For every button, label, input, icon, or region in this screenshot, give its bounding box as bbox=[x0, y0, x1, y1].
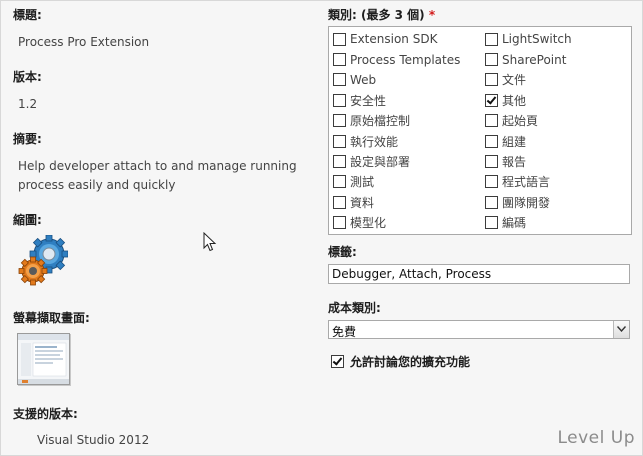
category-label: 程式語言 bbox=[502, 175, 551, 190]
category-checkbox[interactable] bbox=[485, 216, 498, 230]
categories-label: 類別: (最多 3 個) * bbox=[328, 8, 436, 22]
category-item[interactable]: 團隊開發 bbox=[485, 192, 572, 212]
category-item[interactable]: Web bbox=[333, 70, 460, 90]
categories-left-column: Extension SDK Process Templates Web 安全性 … bbox=[333, 29, 460, 233]
screenshot-thumbnail bbox=[17, 333, 70, 385]
title-label: 標題: bbox=[13, 8, 42, 22]
summary-value: Help developer attach to and manage runn… bbox=[18, 159, 297, 192]
category-checkbox[interactable] bbox=[333, 53, 346, 67]
category-label: 其他 bbox=[502, 93, 527, 108]
category-label: 組建 bbox=[502, 134, 527, 149]
summary-label: 摘要: bbox=[13, 132, 42, 146]
category-checkbox[interactable] bbox=[333, 216, 346, 230]
category-item[interactable]: 設定與部署 bbox=[333, 151, 460, 171]
category-label: 起始頁 bbox=[502, 114, 539, 129]
category-label: 設定與部署 bbox=[350, 155, 411, 170]
category-label: 團隊開發 bbox=[502, 195, 551, 210]
category-label: Web bbox=[350, 72, 377, 87]
category-item[interactable]: 報告 bbox=[485, 151, 572, 171]
category-item[interactable]: 測試 bbox=[333, 172, 460, 192]
category-label: 文件 bbox=[502, 73, 527, 88]
category-checkbox[interactable] bbox=[485, 155, 498, 169]
category-label: Extension SDK bbox=[350, 32, 438, 47]
title-value: Process Pro Extension bbox=[18, 35, 150, 49]
category-item[interactable]: LightSwitch bbox=[485, 29, 572, 49]
watermark-text: Level Up bbox=[557, 428, 635, 448]
category-checkbox[interactable] bbox=[485, 73, 498, 87]
category-label: 原始檔控制 bbox=[350, 114, 411, 129]
category-label: Process Templates bbox=[350, 52, 461, 67]
category-label: 報告 bbox=[502, 155, 527, 170]
version-label: 版本: bbox=[13, 70, 42, 84]
allow-discussion-checkbox[interactable] bbox=[331, 355, 344, 368]
category-label: 模型化 bbox=[350, 216, 387, 231]
cost-category-select[interactable]: 免費 bbox=[328, 320, 630, 339]
allow-discussion-label: 允許討論您的擴充功能 bbox=[350, 355, 471, 369]
category-item[interactable]: Extension SDK bbox=[333, 29, 460, 49]
category-label: 資料 bbox=[350, 195, 375, 210]
mouse-cursor-icon bbox=[203, 232, 217, 252]
category-checkbox[interactable] bbox=[333, 32, 346, 46]
allow-discussion-option[interactable]: 允許討論您的擴充功能 bbox=[331, 353, 470, 370]
supported-versions-label: 支援的版本: bbox=[13, 407, 78, 421]
gears-icon bbox=[18, 235, 68, 286]
category-item[interactable]: 模型化 bbox=[333, 213, 460, 233]
cost-category-label: 成本類別: bbox=[328, 301, 381, 315]
categories-checklist[interactable]: Extension SDK Process Templates Web 安全性 … bbox=[328, 26, 632, 235]
category-item[interactable]: 資料 bbox=[333, 192, 460, 212]
screenshot-label: 螢幕擷取畫面: bbox=[13, 311, 90, 325]
category-checkbox[interactable] bbox=[333, 114, 346, 128]
category-item[interactable]: 文件 bbox=[485, 70, 572, 90]
category-checkbox[interactable] bbox=[485, 134, 498, 148]
thumbnail-label: 縮圖: bbox=[13, 213, 42, 227]
category-item[interactable]: SharePoint bbox=[485, 49, 572, 69]
category-checkbox[interactable] bbox=[333, 134, 346, 148]
category-item[interactable]: 編碼 bbox=[485, 213, 572, 233]
category-checkbox[interactable] bbox=[333, 73, 346, 87]
category-checkbox[interactable] bbox=[333, 155, 346, 169]
category-label: 編碼 bbox=[502, 216, 527, 231]
tags-input[interactable]: Debugger, Attach, Process bbox=[328, 264, 630, 284]
category-label: 執行效能 bbox=[350, 134, 399, 149]
category-item[interactable]: 組建 bbox=[485, 131, 572, 151]
category-label: LightSwitch bbox=[502, 32, 572, 47]
category-item[interactable]: 原始檔控制 bbox=[333, 111, 460, 131]
category-checkbox[interactable] bbox=[333, 195, 346, 209]
category-checkbox[interactable] bbox=[485, 93, 498, 107]
tags-label: 標籤: bbox=[328, 245, 357, 259]
categories-right-column: LightSwitch SharePoint 文件 其他 起始頁 組建 報告 程… bbox=[485, 29, 572, 233]
chevron-down-icon[interactable] bbox=[613, 321, 629, 338]
supported-version-value: Visual Studio 2012 bbox=[37, 433, 150, 447]
cost-category-value: 免費 bbox=[332, 325, 357, 339]
required-mark: * bbox=[428, 8, 436, 22]
category-item[interactable]: 安全性 bbox=[333, 90, 460, 110]
category-item[interactable]: 起始頁 bbox=[485, 111, 572, 131]
category-checkbox[interactable] bbox=[485, 195, 498, 209]
category-item[interactable]: 程式語言 bbox=[485, 172, 572, 192]
category-item[interactable]: 其他 bbox=[485, 90, 572, 110]
category-checkbox[interactable] bbox=[485, 175, 498, 189]
category-label: 測試 bbox=[350, 175, 375, 190]
category-checkbox[interactable] bbox=[485, 114, 498, 128]
category-item[interactable]: 執行效能 bbox=[333, 131, 460, 151]
category-checkbox[interactable] bbox=[333, 93, 346, 107]
category-label: 安全性 bbox=[350, 93, 387, 108]
category-checkbox[interactable] bbox=[333, 175, 346, 189]
category-checkbox[interactable] bbox=[485, 32, 498, 46]
category-checkbox[interactable] bbox=[485, 53, 498, 67]
version-value: 1.2 bbox=[18, 97, 38, 111]
category-item[interactable]: Process Templates bbox=[333, 49, 460, 69]
category-label: SharePoint bbox=[502, 52, 567, 67]
